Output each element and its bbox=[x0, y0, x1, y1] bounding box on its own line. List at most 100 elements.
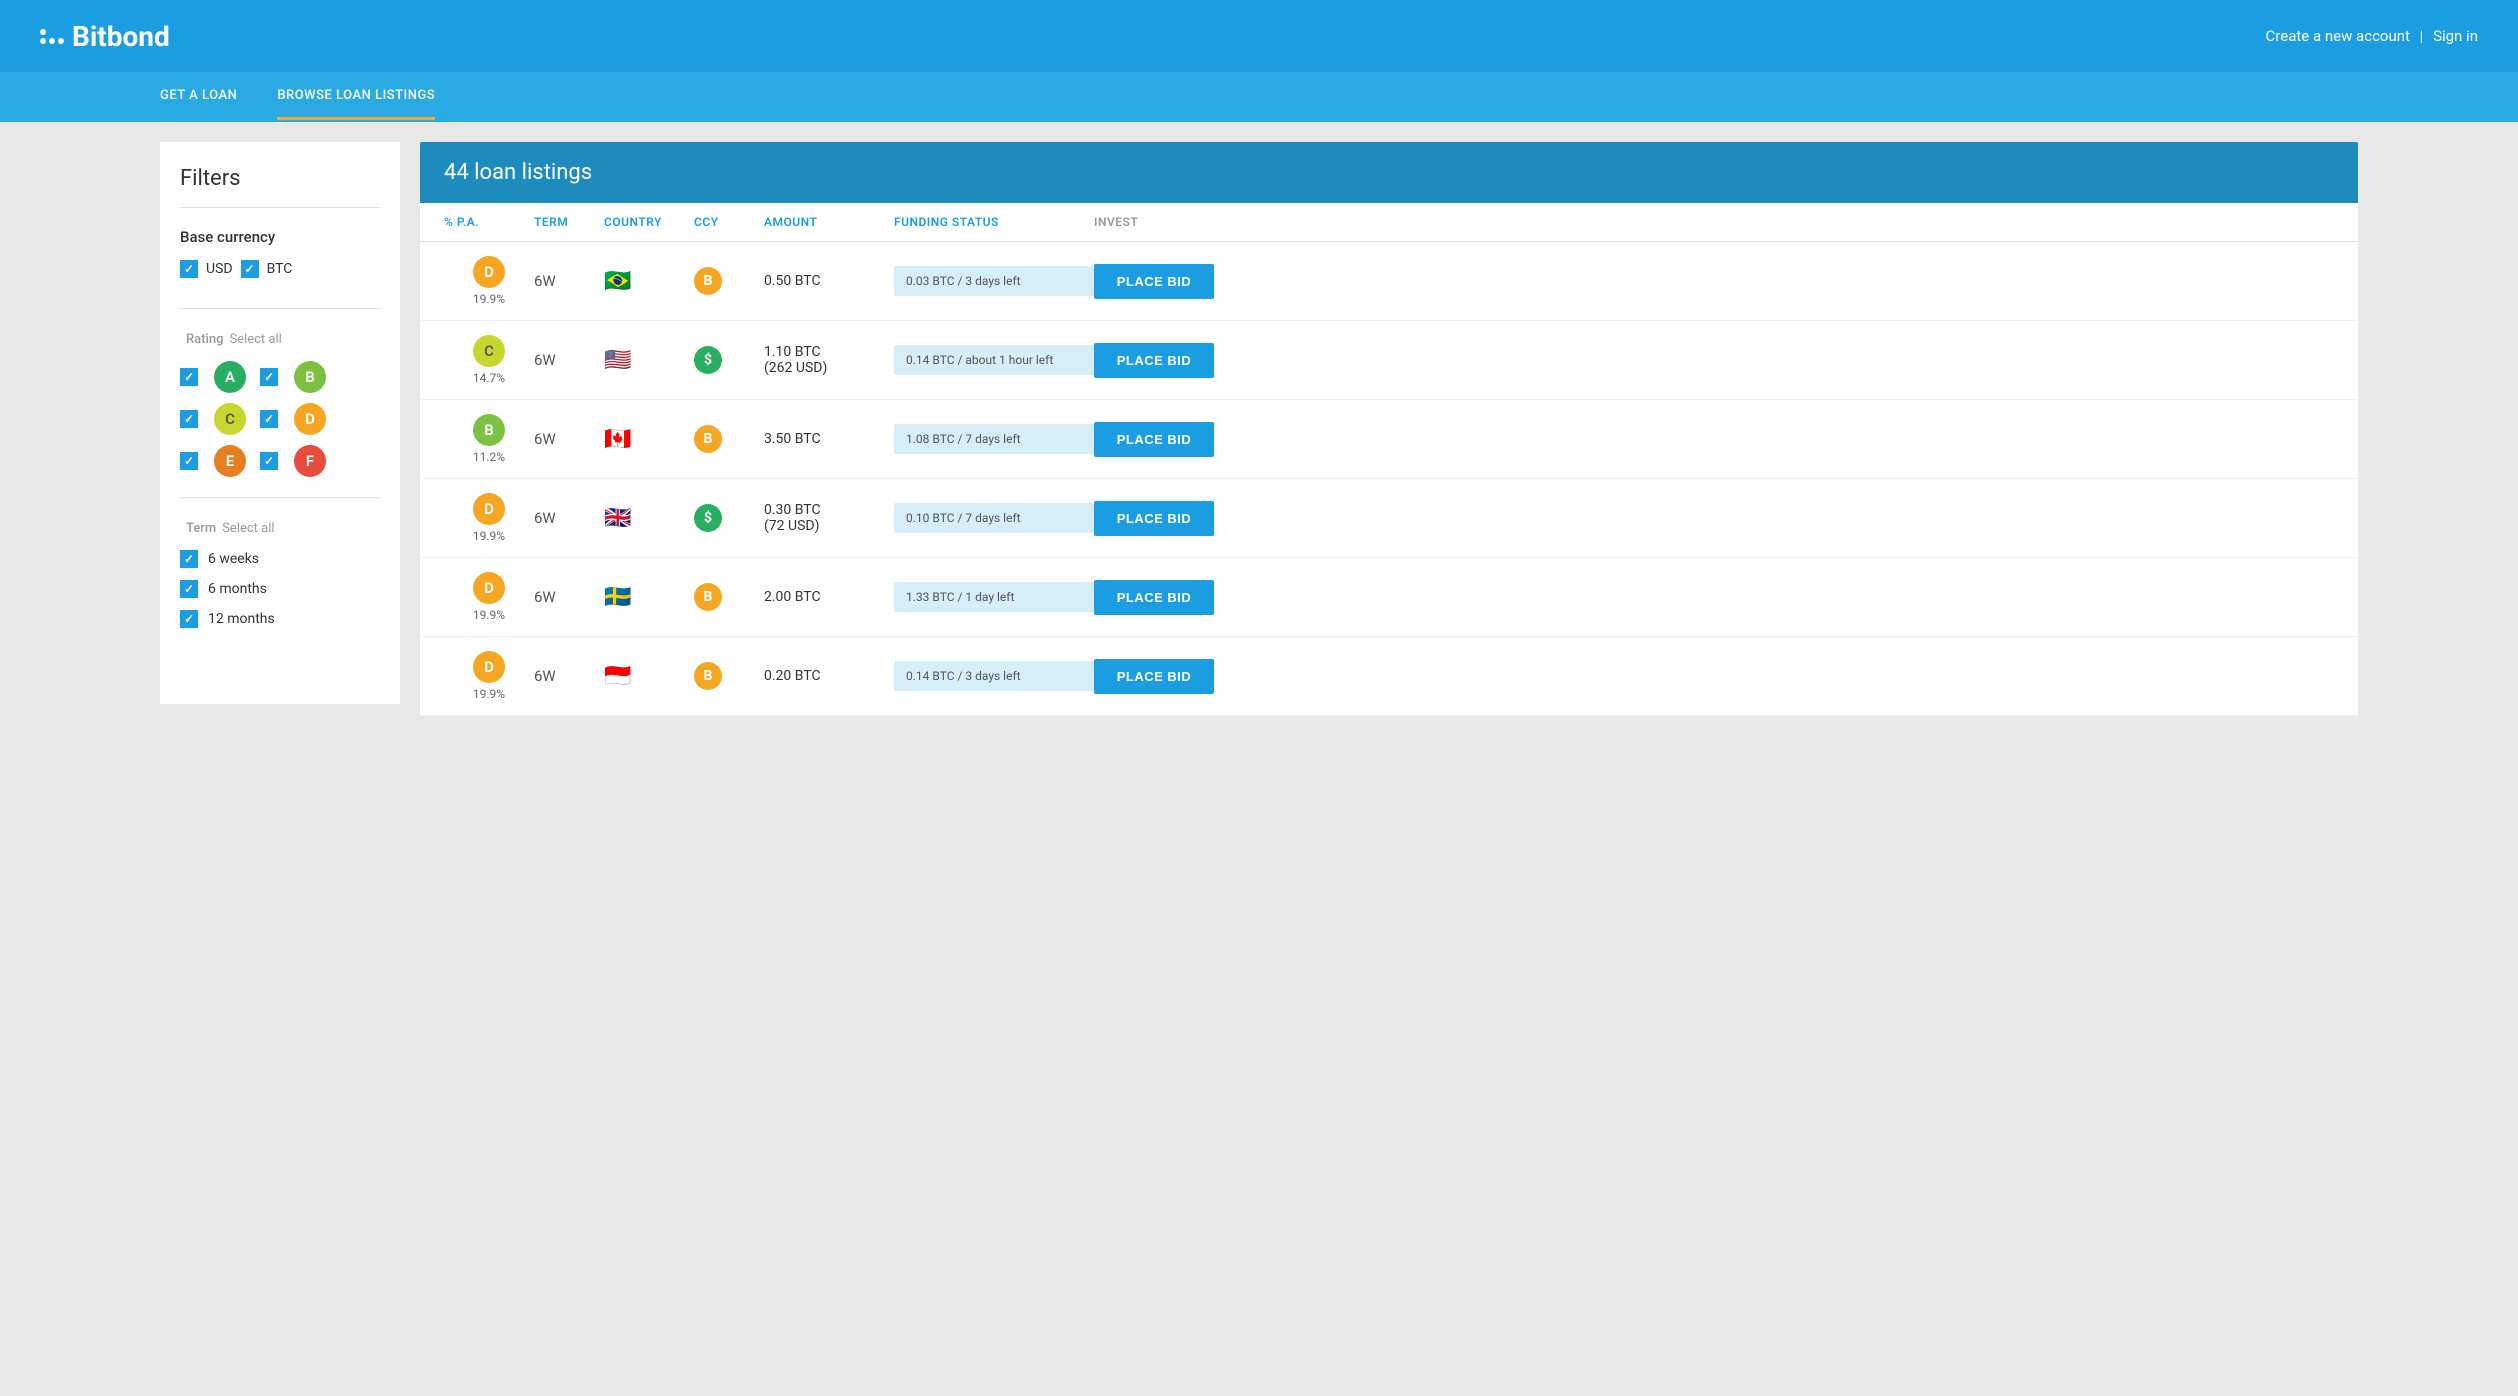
pct-3: 19.9% bbox=[473, 529, 505, 543]
listings-title: 44 loan listings bbox=[444, 160, 2334, 185]
pct-0: 19.9% bbox=[473, 292, 505, 306]
main-nav: GET A LOAN BROWSE LOAN LISTINGS bbox=[0, 72, 2518, 122]
table-row: D 19.9% 6W 🇸🇪 B 2.00 BTC 1.33 BTC / 1 da… bbox=[420, 558, 2358, 637]
rating-badge-5: D bbox=[473, 651, 505, 683]
term-6m-checkbox[interactable] bbox=[180, 580, 198, 598]
rating-title: RatingSelect all bbox=[180, 329, 380, 347]
rating-f-checkbox[interactable] bbox=[260, 452, 278, 470]
create-account-link[interactable]: Create a new account bbox=[2266, 27, 2410, 45]
term-6w-checkbox[interactable] bbox=[180, 550, 198, 568]
filters-title: Filters bbox=[180, 166, 380, 208]
flag-2: 🇨🇦 bbox=[604, 427, 694, 452]
rating-badge-c: C bbox=[214, 403, 246, 435]
flag-3: 🇬🇧 bbox=[604, 506, 694, 531]
listings-panel: 44 loan listings % P.A. TERM COUNTRY CCY… bbox=[420, 142, 2358, 1376]
ccy-4: B bbox=[694, 583, 722, 611]
rating-badge-1: C bbox=[473, 335, 505, 367]
table-row: D 19.9% 6W 🇬🇧 $ 0.30 BTC (72 USD) 0.10 B… bbox=[420, 479, 2358, 558]
rating-e-checkbox[interactable] bbox=[180, 452, 198, 470]
term-6w-label: 6 weeks bbox=[208, 551, 259, 567]
place-bid-5[interactable]: PLACE BID bbox=[1094, 659, 1214, 694]
term-6w-row: 6 weeks bbox=[180, 550, 380, 568]
rating-grid: A B C D E F bbox=[180, 361, 380, 477]
logo: Bitbond bbox=[40, 20, 170, 53]
amount-4: 2.00 BTC bbox=[764, 589, 894, 605]
flag-1: 🇺🇸 bbox=[604, 348, 694, 373]
flag-0: 🇧🇷 bbox=[604, 269, 694, 294]
main-content: Filters Base currency USD BTC RatingSele… bbox=[0, 122, 2518, 1396]
place-bid-3[interactable]: PLACE BID bbox=[1094, 501, 1214, 536]
ccy-2: B bbox=[694, 425, 722, 453]
nav-browse-listings[interactable]: BROWSE LOAN LISTINGS bbox=[277, 74, 435, 120]
term-6m-row: 6 months bbox=[180, 580, 380, 598]
funding-5: 0.14 BTC / 3 days left bbox=[894, 661, 1094, 691]
col-amount: AMOUNT bbox=[764, 215, 894, 229]
ccy-5: B bbox=[694, 662, 722, 690]
rating-cell-1: C 14.7% bbox=[444, 335, 534, 385]
usd-row: USD BTC bbox=[180, 260, 380, 278]
usd-label: USD bbox=[206, 261, 233, 277]
amount-1: 1.10 BTC (262 USD) bbox=[764, 344, 894, 376]
rating-c-checkbox[interactable] bbox=[180, 410, 198, 428]
rating-b-checkbox[interactable] bbox=[260, 368, 278, 386]
rating-badge-d: D bbox=[294, 403, 326, 435]
base-currency-section: Base currency USD BTC bbox=[180, 228, 380, 309]
table-row: B 11.2% 6W 🇨🇦 B 3.50 BTC 1.08 BTC / 7 da… bbox=[420, 400, 2358, 479]
rating-badge-2: B bbox=[473, 414, 505, 446]
funding-1: 0.14 BTC / about 1 hour left bbox=[894, 345, 1094, 375]
rating-a-checkbox[interactable] bbox=[180, 368, 198, 386]
pct-4: 19.9% bbox=[473, 608, 505, 622]
term-0: 6W bbox=[534, 272, 604, 290]
table-row: C 14.7% 6W 🇺🇸 $ 1.10 BTC (262 USD) 0.14 … bbox=[420, 321, 2358, 400]
term-section: TermSelect all 6 weeks 6 months 12 month… bbox=[180, 518, 380, 660]
rating-cell-2: B 11.2% bbox=[444, 414, 534, 464]
rating-cell-3: D 19.9% bbox=[444, 493, 534, 543]
place-bid-4[interactable]: PLACE BID bbox=[1094, 580, 1214, 615]
term-3: 6W bbox=[534, 509, 604, 527]
table-header: % P.A. TERM COUNTRY CCY AMOUNT FUNDING S… bbox=[420, 203, 2358, 242]
col-funding: FUNDING STATUS bbox=[894, 215, 1094, 229]
rating-badge-e: E bbox=[214, 445, 246, 477]
rating-badge-b: B bbox=[294, 361, 326, 393]
ccy-1: $ bbox=[694, 346, 722, 374]
nav-get-loan[interactable]: GET A LOAN bbox=[160, 74, 237, 120]
ccy-0: B bbox=[694, 267, 722, 295]
term-12m-checkbox[interactable] bbox=[180, 610, 198, 628]
table-row: D 19.9% 6W 🇧🇷 B 0.50 BTC 0.03 BTC / 3 da… bbox=[420, 242, 2358, 321]
rating-cell-4: D 19.9% bbox=[444, 572, 534, 622]
place-bid-1[interactable]: PLACE BID bbox=[1094, 343, 1214, 378]
term-5: 6W bbox=[534, 667, 604, 685]
pct-1: 14.7% bbox=[473, 371, 505, 385]
pct-2: 11.2% bbox=[473, 450, 505, 464]
btc-label: BTC bbox=[267, 261, 293, 277]
usd-checkbox[interactable] bbox=[180, 260, 198, 278]
col-pct: % P.A. bbox=[444, 215, 534, 229]
logo-text: Bitbond bbox=[72, 20, 170, 53]
sign-in-link[interactable]: Sign in bbox=[2433, 27, 2478, 45]
rating-section: RatingSelect all A B C D E F bbox=[180, 329, 380, 498]
listings-table: % P.A. TERM COUNTRY CCY AMOUNT FUNDING S… bbox=[420, 203, 2358, 716]
term-2: 6W bbox=[534, 430, 604, 448]
term-1: 6W bbox=[534, 351, 604, 369]
flag-4: 🇸🇪 bbox=[604, 585, 694, 610]
amount-0: 0.50 BTC bbox=[764, 273, 894, 289]
term-12m-row: 12 months bbox=[180, 610, 380, 628]
rating-badge-4: D bbox=[473, 572, 505, 604]
place-bid-0[interactable]: PLACE BID bbox=[1094, 264, 1214, 299]
term-6m-label: 6 months bbox=[208, 581, 267, 597]
term-title: TermSelect all bbox=[180, 518, 380, 536]
btc-checkbox[interactable] bbox=[241, 260, 259, 278]
funding-3: 0.10 BTC / 7 days left bbox=[894, 503, 1094, 533]
rating-d-checkbox[interactable] bbox=[260, 410, 278, 428]
rating-cell-0: D 19.9% bbox=[444, 256, 534, 306]
rating-badge-3: D bbox=[473, 493, 505, 525]
amount-2: 3.50 BTC bbox=[764, 431, 894, 447]
pct-5: 19.9% bbox=[473, 687, 505, 701]
filters-panel: Filters Base currency USD BTC RatingSele… bbox=[160, 142, 400, 704]
flag-5: 🇮🇩 bbox=[604, 664, 694, 689]
term-4: 6W bbox=[534, 588, 604, 606]
funding-2: 1.08 BTC / 7 days left bbox=[894, 424, 1094, 454]
base-currency-title: Base currency bbox=[180, 228, 380, 246]
place-bid-2[interactable]: PLACE BID bbox=[1094, 422, 1214, 457]
table-row: D 19.9% 6W 🇮🇩 B 0.20 BTC 0.14 BTC / 3 da… bbox=[420, 637, 2358, 716]
